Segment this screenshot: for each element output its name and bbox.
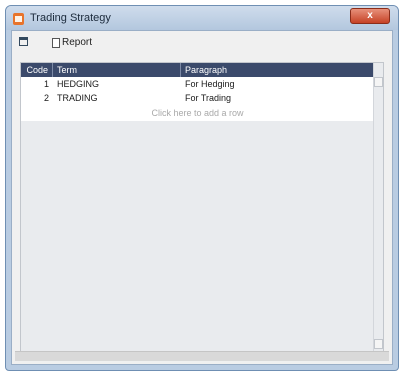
strategy-grid: Code Term Paragraph 1 HEDGING For Hedgin… (20, 62, 384, 352)
toolbar: Report (12, 31, 392, 53)
window-content: Report Code Term Paragraph 1 HEDGING For… (11, 30, 393, 365)
close-button[interactable]: x (350, 8, 390, 24)
table-row[interactable]: 2 TRADING For Trading (21, 91, 374, 105)
term-cell[interactable]: HEDGING (53, 77, 181, 91)
column-header-paragraph[interactable]: Paragraph (181, 63, 374, 77)
column-header-code[interactable]: Code (21, 63, 53, 77)
save-icon[interactable] (19, 37, 28, 46)
code-cell[interactable]: 2 (21, 91, 53, 105)
window-title: Trading Strategy (30, 12, 111, 24)
paragraph-cell[interactable]: For Trading (181, 91, 374, 105)
title-bar[interactable]: Trading Strategy x (6, 6, 398, 30)
add-row-prompt[interactable]: Click here to add a row (21, 105, 374, 121)
column-header-term[interactable]: Term (53, 63, 181, 77)
grid-header: Code Term Paragraph (21, 63, 374, 77)
trading-strategy-window: Trading Strategy x Report Code Term Para… (5, 5, 399, 371)
paragraph-cell[interactable]: For Hedging (181, 77, 374, 91)
report-icon (52, 37, 60, 48)
vertical-scrollbar[interactable] (373, 63, 383, 351)
app-icon (13, 13, 24, 25)
scroll-down-arrow-icon[interactable] (374, 339, 383, 349)
scroll-up-arrow-icon[interactable] (374, 77, 383, 87)
report-button[interactable]: Report (52, 35, 92, 50)
status-bar (15, 351, 389, 361)
table-row[interactable]: 1 HEDGING For Hedging (21, 77, 374, 91)
report-label: Report (62, 37, 93, 48)
code-cell[interactable]: 1 (21, 77, 53, 91)
term-cell[interactable]: TRADING (53, 91, 181, 105)
